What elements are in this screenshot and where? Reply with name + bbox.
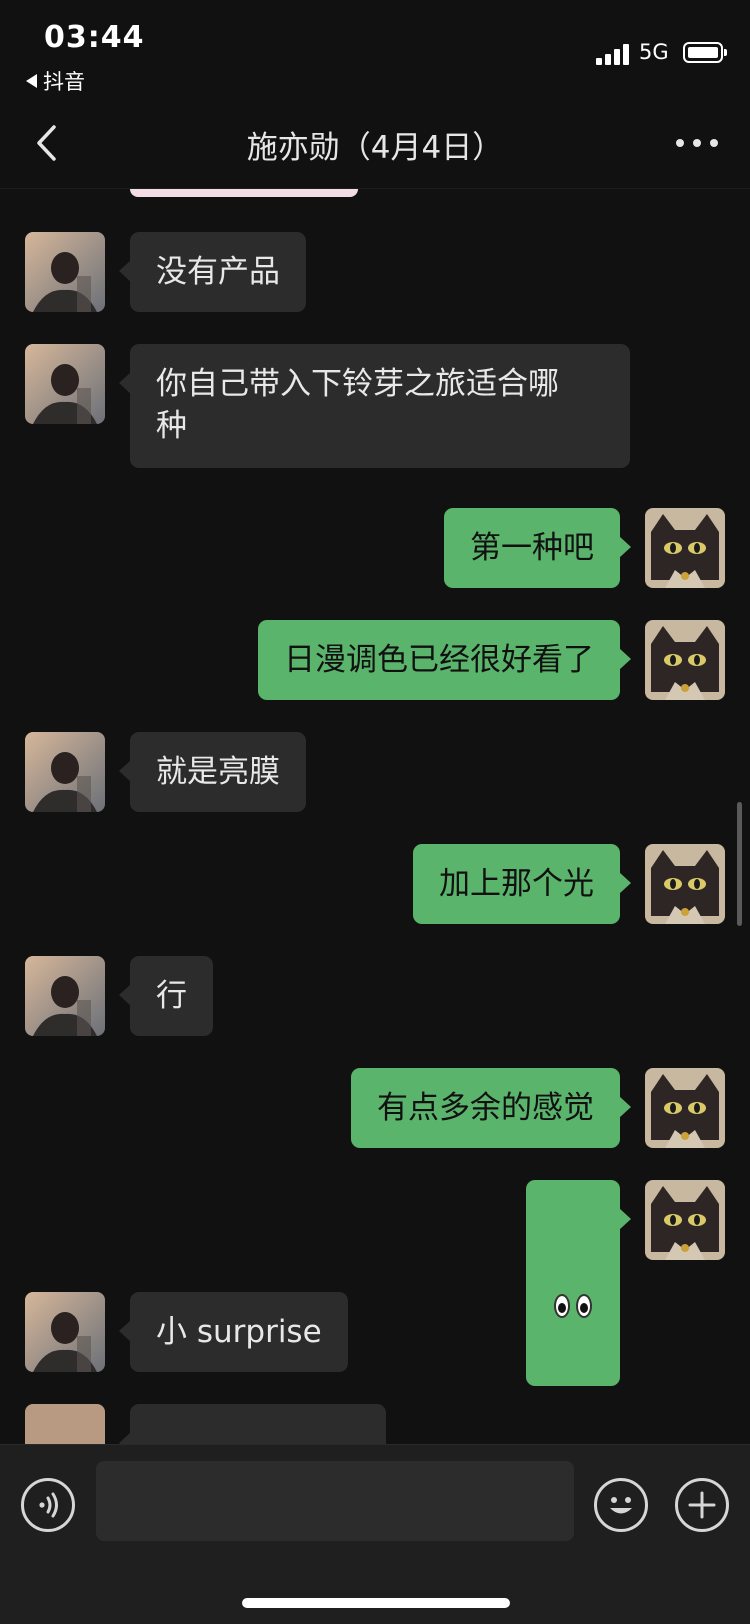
outgoing-message-bubble[interactable] (526, 1180, 631, 1386)
incoming-message-bubble[interactable]: 行 (119, 956, 213, 1036)
contact-avatar[interactable] (25, 1404, 105, 1444)
chevron-left-icon[interactable] (30, 120, 70, 166)
status-bar: 03:44 抖音 5G (0, 0, 750, 100)
home-indicator[interactable] (242, 1598, 510, 1608)
input-bar (0, 1444, 750, 1624)
incoming-message-bubble[interactable]: 小 surprise (119, 1292, 348, 1372)
network-type: 5G (639, 40, 669, 64)
back-app-label: 抖音 (43, 70, 85, 94)
chat-title: 施亦勋（4月4日） (246, 130, 504, 166)
signal-icon (596, 43, 630, 65)
incoming-message-bubble[interactable]: 你自己带入下铃芽之旅适合哪 种 (119, 344, 630, 468)
battery-icon (683, 42, 727, 63)
status-time: 03:44 (44, 20, 145, 55)
eyes-emoji-icon (554, 1293, 592, 1318)
my-avatar[interactable] (645, 508, 725, 588)
nav-bar: 施亦勋（4月4日） (0, 100, 750, 189)
outgoing-message-bubble[interactable]: 第一种吧 (444, 508, 631, 588)
my-avatar[interactable] (645, 1180, 725, 1260)
contact-avatar[interactable] (25, 732, 105, 812)
chat-screen: 03:44 抖音 5G 施亦勋（4月4日） 没有产品 你自己带入下铃芽之旅适合哪… (0, 0, 750, 1624)
contact-avatar[interactable] (25, 344, 105, 424)
voice-icon[interactable] (21, 1478, 75, 1532)
contact-avatar[interactable] (25, 1292, 105, 1372)
emoji-icon[interactable] (594, 1478, 648, 1532)
more-dots-icon[interactable] (672, 130, 722, 156)
incoming-message-bubble[interactable]: 没有产品 (119, 232, 306, 312)
message-list[interactable]: 没有产品 你自己带入下铃芽之旅适合哪 种 第一种吧 日漫调色已经很好看了 就是亮… (0, 189, 750, 1444)
contact-avatar[interactable] (25, 232, 105, 312)
my-avatar[interactable] (645, 844, 725, 924)
plus-icon[interactable] (675, 1478, 729, 1532)
my-avatar[interactable] (645, 1068, 725, 1148)
message-input[interactable] (96, 1461, 574, 1541)
my-avatar[interactable] (645, 620, 725, 700)
outgoing-message-bubble[interactable]: 有点多余的感觉 (351, 1068, 631, 1148)
back-to-app-link[interactable]: 抖音 (26, 66, 85, 96)
contact-avatar[interactable] (25, 956, 105, 1036)
incoming-message-bubble[interactable]: 就是亮膜 (119, 732, 306, 812)
outgoing-message-bubble[interactable]: 加上那个光 (413, 844, 631, 924)
back-triangle-icon (26, 74, 37, 88)
outgoing-message-bubble[interactable]: 日漫调色已经很好看了 (258, 620, 631, 700)
incoming-message-bubble-partial[interactable] (119, 1404, 386, 1444)
scrollbar[interactable] (737, 802, 742, 926)
previous-image-message[interactable] (130, 189, 358, 197)
